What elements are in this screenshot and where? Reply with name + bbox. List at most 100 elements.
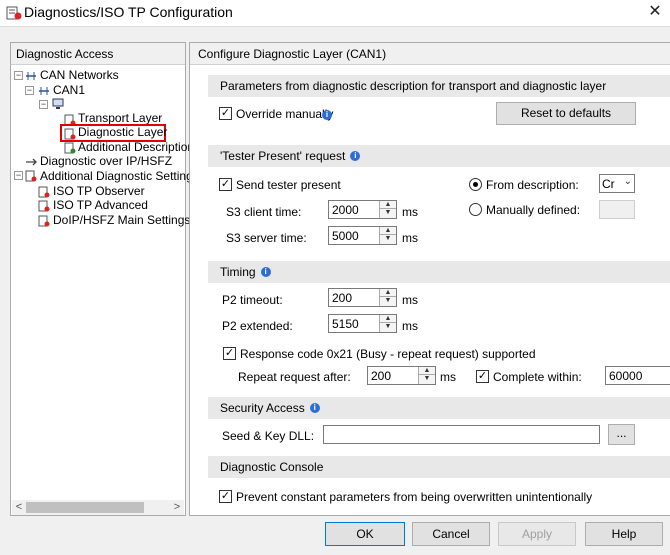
s3-server-spinner[interactable]: 5000 ▲ ▼	[328, 226, 397, 245]
pane-header: Configure Diagnostic Layer (CAN1)	[190, 43, 670, 65]
section-header: Diagnostic Console	[208, 456, 670, 478]
s3-server-label: S3 server time:	[226, 231, 307, 245]
layer-config-icon	[38, 215, 50, 227]
section-header: 'Tester Present' request i	[208, 145, 670, 167]
ok-button[interactable]: OK	[325, 522, 405, 546]
s3-server-value[interactable]: 5000	[332, 229, 359, 243]
info-icon[interactable]: i	[322, 110, 332, 120]
tree-item-can-networks[interactable]: CAN Networks	[40, 68, 119, 83]
help-button[interactable]: Help	[585, 522, 663, 546]
window-title: Diagnostics/ISO TP Configuration	[24, 4, 233, 20]
title-bar: Diagnostics/ISO TP Configuration ✕	[0, 0, 670, 26]
scroll-thumb[interactable]	[26, 502, 144, 513]
tree-item-doip-main-settings[interactable]: DoIP/HSFZ Main Settings	[53, 213, 190, 228]
from-description-radio[interactable]	[469, 178, 482, 191]
network-icon	[39, 87, 49, 95]
override-manually-checkbox[interactable]: ✓	[219, 107, 232, 120]
spin-down-icon[interactable]: ▼	[380, 297, 396, 305]
manually-defined-radio[interactable]	[469, 203, 482, 216]
spin-down-icon[interactable]: ▼	[419, 375, 435, 383]
section-header: Timing i	[208, 261, 670, 283]
section-title: Security Access	[220, 401, 305, 415]
unit-label: ms	[402, 231, 418, 245]
prevent-overwrite-checkbox[interactable]: ✓	[219, 490, 232, 503]
complete-within-label: Complete within:	[493, 370, 582, 384]
manually-defined-label: Manually defined:	[486, 203, 581, 217]
spin-up-icon[interactable]: ▲	[380, 289, 396, 297]
collapse-icon[interactable]: −	[25, 86, 34, 95]
send-tester-present-label: Send tester present	[236, 178, 341, 192]
unit-label: ms	[402, 319, 418, 333]
spin-up-icon[interactable]: ▲	[380, 201, 396, 209]
p2-timeout-label: P2 timeout:	[222, 293, 283, 307]
tree-item-additional-descriptions[interactable]: Additional Descriptions	[78, 140, 200, 155]
browse-button[interactable]: ...	[608, 424, 635, 445]
s3-client-value[interactable]: 2000	[332, 203, 359, 217]
p2-extended-label: P2 extended:	[222, 319, 293, 333]
layer-config-icon	[38, 200, 50, 212]
section-header: Parameters from diagnostic description f…	[208, 75, 670, 97]
scroll-left-icon[interactable]: <	[12, 500, 26, 515]
complete-within-checkbox[interactable]: ✓	[476, 370, 489, 383]
from-description-combo[interactable]: Cr ⌄	[599, 174, 635, 193]
tree-item-diagnostic-over-ip[interactable]: Diagnostic over IP/HSFZ	[40, 154, 172, 169]
spin-up-icon[interactable]: ▲	[419, 367, 435, 375]
repeat-request-spinner[interactable]: 200 ▲ ▼	[367, 366, 436, 385]
collapse-icon[interactable]: −	[14, 171, 23, 180]
unit-label: ms	[440, 370, 456, 384]
unit-label: ms	[402, 205, 418, 219]
seed-key-dll-label: Seed & Key DLL:	[222, 429, 315, 443]
apply-button[interactable]: Apply	[498, 522, 576, 546]
repeat-request-value[interactable]: 200	[371, 369, 391, 383]
p2-timeout-spinner[interactable]: 200 ▲ ▼	[328, 288, 397, 307]
complete-within-spinner[interactable]: 60000	[605, 366, 670, 385]
close-button[interactable]: ✕	[643, 2, 667, 22]
collapse-icon[interactable]: −	[14, 71, 23, 80]
s3-client-label: S3 client time:	[226, 205, 302, 219]
spin-down-icon[interactable]: ▼	[380, 209, 396, 217]
layer-add-icon	[64, 142, 76, 154]
spin-up-icon[interactable]: ▲	[380, 227, 396, 235]
repeat-request-label: Repeat request after:	[238, 370, 351, 384]
chevron-down-icon[interactable]: ⌄	[624, 176, 632, 187]
cancel-button[interactable]: Cancel	[412, 522, 490, 546]
send-tester-present-checkbox[interactable]: ✓	[219, 178, 232, 191]
tree-item-diagnostic-layer[interactable]: Diagnostic Layer	[78, 125, 167, 140]
tree-item-iso-tp-advanced[interactable]: ISO TP Advanced	[53, 198, 148, 213]
section-title: 'Tester Present' request	[220, 149, 346, 163]
tree-item-can1[interactable]: CAN1	[53, 83, 85, 98]
combo-value[interactable]: Cr	[602, 177, 615, 191]
spin-down-icon[interactable]: ▼	[380, 323, 396, 331]
spin-down-icon[interactable]: ▼	[380, 235, 396, 243]
info-icon[interactable]: i	[260, 267, 271, 277]
reset-to-defaults-button[interactable]: Reset to defaults	[496, 102, 636, 125]
info-icon[interactable]: i	[350, 151, 361, 161]
layer-config-icon	[64, 128, 76, 140]
network-icon	[26, 72, 36, 80]
configure-pane: Configure Diagnostic Layer (CAN1) Parame…	[189, 42, 670, 516]
info-icon[interactable]: i	[309, 403, 320, 413]
collapse-icon[interactable]: −	[39, 100, 48, 109]
pane-header: Diagnostic Access	[11, 43, 185, 65]
section-header: Security Access i	[208, 397, 670, 419]
override-manually-label: Override manually	[236, 107, 334, 121]
ip-connection-icon	[26, 158, 37, 166]
tree-item-additional-settings[interactable]: Additional Diagnostic Settings	[40, 169, 199, 184]
prevent-overwrite-label: Prevent constant parameters from being o…	[236, 490, 593, 504]
tree-item-iso-tp-observer[interactable]: ISO TP Observer	[53, 184, 145, 199]
complete-within-value[interactable]: 60000	[609, 369, 642, 383]
p2-extended-value[interactable]: 5150	[332, 317, 359, 331]
manually-defined-field[interactable]	[599, 200, 635, 219]
spin-up-icon[interactable]: ▲	[380, 315, 396, 323]
seed-key-dll-field[interactable]	[323, 425, 600, 444]
ecu-node-icon[interactable]	[52, 98, 64, 110]
settings-icon	[25, 170, 37, 182]
horizontal-scrollbar[interactable]: < >	[12, 500, 184, 515]
s3-client-spinner[interactable]: 2000 ▲ ▼	[328, 200, 397, 219]
p2-timeout-value[interactable]: 200	[332, 291, 352, 305]
p2-extended-spinner[interactable]: 5150 ▲ ▼	[328, 314, 397, 333]
response-code-label: Response code 0x21 (Busy - repeat reques…	[240, 347, 536, 361]
response-code-checkbox[interactable]: ✓	[223, 347, 236, 360]
unit-label: ms	[402, 293, 418, 307]
scroll-right-icon[interactable]: >	[170, 500, 184, 515]
